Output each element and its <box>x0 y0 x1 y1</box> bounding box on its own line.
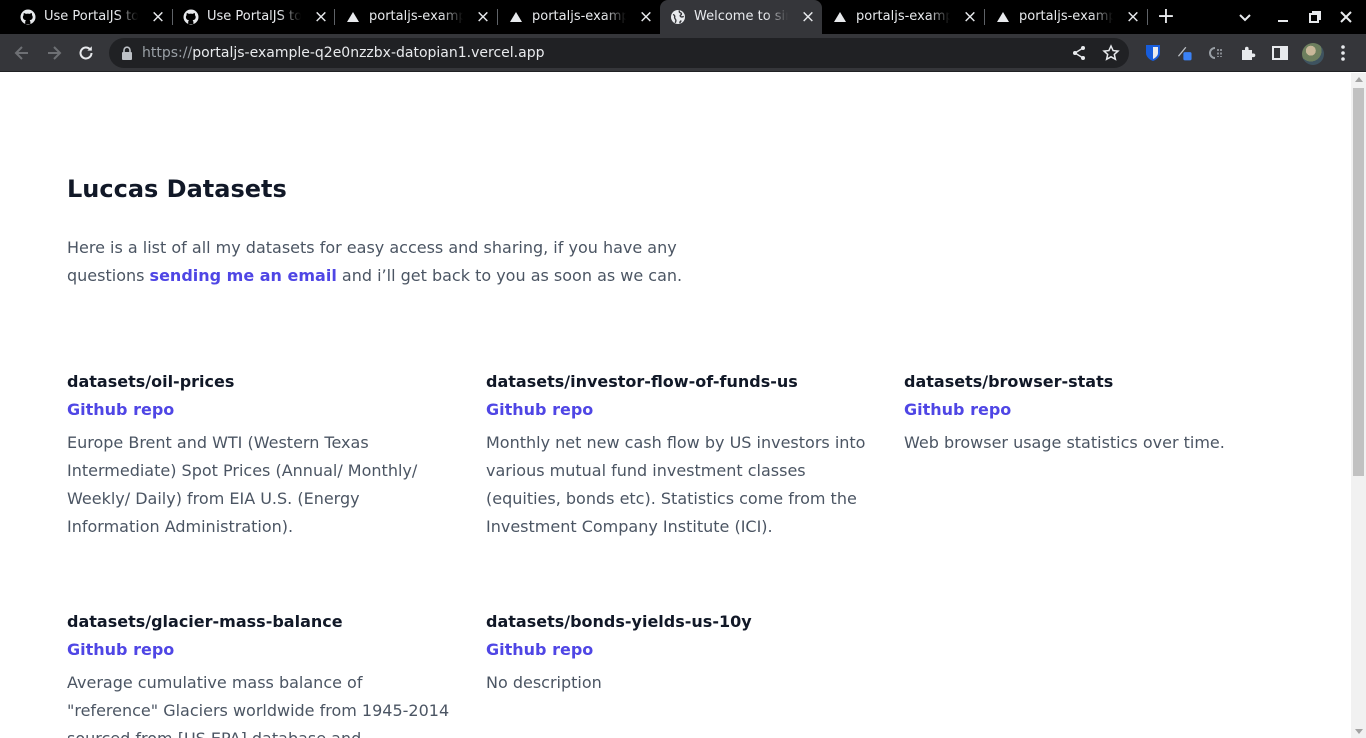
tab-strip: Use PortalJS to × Use PortalJS to × port… <box>0 0 1366 34</box>
vercel-icon <box>510 12 522 22</box>
browser-tab[interactable]: portaljs-example × <box>822 0 984 34</box>
back-arrow-icon[interactable] <box>12 43 32 63</box>
extensions-puzzle-icon[interactable] <box>1239 44 1257 62</box>
github-icon <box>183 9 199 25</box>
tab-title: portaljs-example <box>1019 8 1113 26</box>
dataset-name: datasets/glacier-mass-balance <box>67 612 343 631</box>
tab-close-icon[interactable]: × <box>800 8 816 26</box>
globe-icon <box>671 10 685 24</box>
dataset-name: datasets/investor-flow-of-funds-us <box>486 372 798 391</box>
dataset-description: Monthly net new cash flow by US investor… <box>486 433 866 536</box>
browser-tab[interactable]: portaljs-example × <box>985 0 1147 34</box>
address-bar[interactable]: https://portaljs-example-q2e0nzzbx-datop… <box>109 38 1129 68</box>
tab-close-icon[interactable]: × <box>313 8 329 26</box>
vertical-scrollbar[interactable] <box>1351 73 1366 738</box>
browser-tab[interactable]: Use PortalJS to × <box>173 0 335 34</box>
extension-cs-icon[interactable] <box>1207 44 1225 62</box>
bookmark-star-icon[interactable] <box>1102 44 1120 62</box>
dataset-card: datasets/investor-flow-of-funds-us Githu… <box>486 371 871 541</box>
dataset-name: datasets/browser-stats <box>904 372 1114 391</box>
dataset-card: datasets/bonds-yields-us-10y Github repo… <box>486 611 871 697</box>
dataset-card: datasets/browser-stats Github repo Web b… <box>904 371 1289 457</box>
scrollbar-thumb[interactable] <box>1353 88 1364 476</box>
dataset-description: No description <box>486 673 602 692</box>
tab-title: portaljs-example <box>856 8 950 26</box>
tab-title: portaljs-example <box>532 8 626 26</box>
tab-title: Use PortalJS to <box>207 8 301 26</box>
github-repo-link[interactable]: Github repo <box>904 399 1289 421</box>
profile-avatar[interactable] <box>1302 43 1324 65</box>
scroll-down-arrow-icon[interactable] <box>1355 729 1363 734</box>
vercel-icon <box>997 12 1009 22</box>
browser-tab-active[interactable]: Welcome to simple × <box>660 0 822 34</box>
dataset-description: Average cumulative mass balance of "refe… <box>67 673 450 738</box>
email-link[interactable]: sending me an email <box>150 266 337 285</box>
tab-title: Use PortalJS to <box>44 8 138 26</box>
url-text[interactable]: https://portaljs-example-q2e0nzzbx-datop… <box>142 44 544 62</box>
github-repo-link[interactable]: Github repo <box>67 399 452 421</box>
vercel-icon <box>347 12 359 22</box>
tab-close-icon[interactable]: × <box>475 8 491 26</box>
bitwarden-extension-icon[interactable] <box>1144 44 1162 62</box>
browser-toolbar: https://portaljs-example-q2e0nzzbx-datop… <box>0 34 1366 72</box>
dataset-name: datasets/oil-prices <box>67 372 235 391</box>
dataset-description: Web browser usage statistics over time. <box>904 433 1225 452</box>
minimize-icon[interactable] <box>1274 8 1292 26</box>
tab-close-icon[interactable]: × <box>638 8 654 26</box>
tab-title: portaljs-example <box>369 8 463 26</box>
kebab-menu-icon[interactable] <box>1336 44 1350 62</box>
tab-close-icon[interactable]: × <box>150 8 166 26</box>
github-repo-link[interactable]: Github repo <box>486 399 871 421</box>
share-icon[interactable] <box>1071 45 1087 61</box>
github-icon <box>20 9 36 25</box>
scroll-up-arrow-icon[interactable] <box>1355 77 1363 82</box>
url-scheme: https:// <box>142 45 193 61</box>
tab-title: Welcome to simple <box>694 8 788 26</box>
dataset-name: datasets/bonds-yields-us-10y <box>486 612 752 631</box>
page-content: Luccas Datasets Here is a list of all my… <box>0 73 1351 738</box>
browser-tab[interactable]: Use PortalJS to × <box>10 0 172 34</box>
browser-tab[interactable]: portaljs-example × <box>335 0 497 34</box>
restore-icon[interactable] <box>1306 8 1324 26</box>
vercel-icon <box>834 12 846 22</box>
github-repo-link[interactable]: Github repo <box>67 639 452 661</box>
tab-search-chevron-icon[interactable] <box>1236 8 1254 26</box>
dataset-card: datasets/glacier-mass-balance Github rep… <box>67 611 452 738</box>
lock-icon[interactable] <box>121 46 133 60</box>
tab-close-icon[interactable]: × <box>1125 8 1141 26</box>
github-repo-link[interactable]: Github repo <box>486 639 871 661</box>
forward-arrow-icon[interactable] <box>44 43 64 63</box>
reload-icon[interactable] <box>76 43 96 63</box>
intro-text: Here is a list of all my datasets for ea… <box>67 238 683 285</box>
dataset-card: datasets/oil-prices Github repo Europe B… <box>67 371 452 541</box>
browser-tab[interactable]: portaljs-example × <box>498 0 660 34</box>
close-window-icon[interactable] <box>1337 8 1355 26</box>
dataset-description: Europe Brent and WTI (Western Texas Inte… <box>67 433 418 536</box>
side-panel-icon[interactable] <box>1271 44 1289 62</box>
url-host: portaljs-example-q2e0nzzbx-datopian1.ver… <box>192 45 545 61</box>
extension-pen-icon[interactable] <box>1176 44 1194 62</box>
page-title: Luccas Datasets <box>67 175 287 203</box>
new-tab-icon[interactable]: + <box>1156 6 1176 28</box>
tab-close-icon[interactable]: × <box>962 8 978 26</box>
